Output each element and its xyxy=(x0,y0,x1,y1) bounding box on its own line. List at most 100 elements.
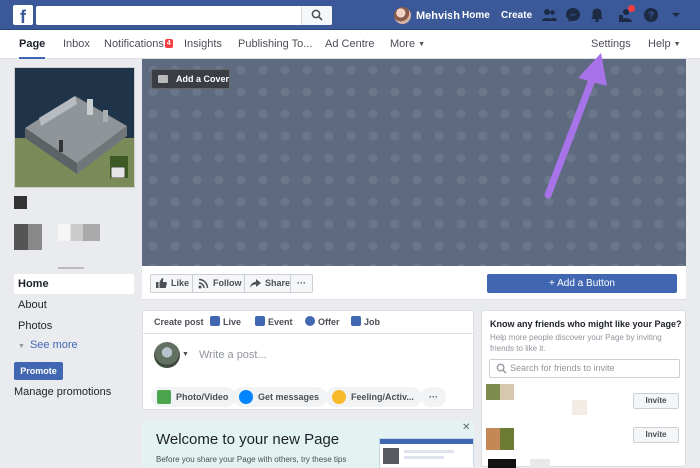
page-info-hidden xyxy=(14,224,42,250)
tab-offer[interactable]: Offer xyxy=(305,311,340,334)
top-bar: f Mehvish Home Create ? xyxy=(0,0,700,30)
notification-dot xyxy=(628,5,635,12)
sidebar-item-home[interactable]: Home xyxy=(14,274,134,294)
home-link[interactable]: Home xyxy=(462,6,490,25)
chevron-down-icon[interactable]: ▼ xyxy=(182,351,189,358)
page-action-bar: Like Follow Share ··· + Add a Button xyxy=(142,266,686,300)
friend-search-placeholder: Search for friends to invite xyxy=(510,363,615,373)
feeling-activity-button[interactable]: Feeling/Activ... xyxy=(326,387,422,407)
sidebar-item-about[interactable]: About xyxy=(14,295,134,315)
invite-friends-card: Know any friends who might like your Pag… xyxy=(481,310,686,468)
search-input[interactable] xyxy=(36,6,332,25)
welcome-illustration xyxy=(379,438,474,467)
settings-link[interactable]: Settings xyxy=(591,30,631,59)
left-column: Home About Photos ▼ See more Promote Mana… xyxy=(0,59,142,467)
messenger-icon[interactable] xyxy=(565,7,581,23)
page-info-hidden xyxy=(58,224,100,241)
page-nav: Page Inbox Notifications 4 Insights Publi… xyxy=(0,30,700,59)
video-camera-icon xyxy=(158,75,168,83)
add-a-button[interactable]: + Add a Button xyxy=(487,274,677,293)
invite-friends-title: Know any friends who might like your Pag… xyxy=(490,319,682,329)
tab-live[interactable]: Live xyxy=(210,311,241,334)
follow-label: Follow xyxy=(213,278,242,288)
briefcase-icon xyxy=(351,316,361,326)
tab-job-label: Job xyxy=(364,317,381,327)
offer-tag-icon xyxy=(305,316,315,326)
facebook-logo-icon[interactable]: f xyxy=(13,5,33,25)
tab-notifications[interactable]: Notifications 4 xyxy=(104,30,173,59)
composer-tabs: Create post Live Event Offer Job xyxy=(143,311,473,334)
tab-inbox[interactable]: Inbox xyxy=(63,30,90,59)
get-messages-button[interactable]: Get messages xyxy=(233,387,328,407)
camera-icon[interactable] xyxy=(111,167,125,178)
friend-avatar xyxy=(486,384,514,400)
see-more-label: See more xyxy=(29,339,78,351)
live-video-icon xyxy=(210,316,220,326)
see-more-link[interactable]: ▼ See more xyxy=(14,335,134,355)
invite-button[interactable]: Invite xyxy=(633,393,679,409)
tab-ad-centre[interactable]: Ad Centre xyxy=(325,30,375,59)
create-post-composer: Create post Live Event Offer Job ▼ Write… xyxy=(142,310,474,410)
avatar xyxy=(394,7,411,24)
add-cover-button[interactable]: Add a Cover xyxy=(151,69,230,89)
tab-event[interactable]: Event xyxy=(255,311,293,334)
illustration-header xyxy=(380,439,473,444)
tab-event-label: Event xyxy=(268,317,293,327)
photo-video-button[interactable]: Photo/Video xyxy=(151,387,237,407)
welcome-text: Before you share your Page with others, … xyxy=(156,455,347,464)
profile-link[interactable]: Mehvish xyxy=(394,6,460,25)
divider xyxy=(58,267,84,269)
tab-more-label: More xyxy=(390,38,416,50)
notifications-count-badge: 4 xyxy=(164,39,173,48)
help-label: Help xyxy=(648,38,671,50)
avatar[interactable] xyxy=(154,342,180,368)
sidebar-item-photos[interactable]: Photos xyxy=(14,316,134,336)
tab-notifications-label: Notifications xyxy=(104,38,164,50)
promote-button[interactable]: Promote xyxy=(14,362,63,380)
messenger-icon xyxy=(239,390,253,404)
account-menu-icon[interactable] xyxy=(668,7,684,23)
friend-name-hidden xyxy=(572,400,587,415)
divider xyxy=(452,9,453,22)
add-cover-label: Add a Cover xyxy=(176,74,230,84)
friend-search-input[interactable]: Search for friends to invite xyxy=(489,359,680,378)
close-icon[interactable]: ✕ xyxy=(462,422,470,433)
search-icon xyxy=(311,9,323,21)
manage-promotions-link[interactable]: Manage promotions xyxy=(14,382,134,402)
notifications-icon[interactable] xyxy=(589,7,605,23)
help-menu[interactable]: Help ▼ xyxy=(648,30,681,59)
profile-name: Mehvish xyxy=(416,9,461,22)
calendar-icon xyxy=(255,316,265,326)
tab-publishing-tools[interactable]: Publishing To... xyxy=(238,30,312,59)
cover-pattern xyxy=(142,59,686,266)
friends-icon[interactable] xyxy=(541,7,557,23)
rss-icon xyxy=(198,278,209,289)
more-options-button[interactable]: ··· xyxy=(421,387,446,407)
tab-page[interactable]: Page xyxy=(19,30,46,59)
tab-more[interactable]: More ▼ xyxy=(390,30,425,59)
create-link[interactable]: Create xyxy=(501,6,532,25)
photo-icon xyxy=(157,390,171,404)
help-icon[interactable]: ? xyxy=(643,7,659,23)
tab-offer-label: Offer xyxy=(318,317,340,327)
chevron-down-icon: ▼ xyxy=(418,41,425,48)
svg-text:?: ? xyxy=(648,11,654,22)
tab-create-post[interactable]: Create post xyxy=(154,311,204,334)
write-post-input[interactable]: Write a post... xyxy=(199,349,267,361)
illustration-image xyxy=(383,448,399,464)
smiley-icon xyxy=(332,390,346,404)
illustration-line xyxy=(404,456,444,459)
share-icon xyxy=(250,279,261,288)
follow-button[interactable]: Follow xyxy=(192,274,249,293)
search-button[interactable] xyxy=(301,6,332,25)
tab-job[interactable]: Job xyxy=(351,311,380,334)
welcome-title: Welcome to your new Page xyxy=(156,431,340,448)
tab-insights[interactable]: Insights xyxy=(184,30,222,59)
invite-button[interactable]: Invite xyxy=(633,427,679,443)
chevron-down-icon: ▼ xyxy=(18,343,25,350)
like-button[interactable]: Like xyxy=(150,274,197,293)
welcome-card: Welcome to your new Page Before you shar… xyxy=(142,421,474,467)
illustration-line xyxy=(404,450,454,453)
more-actions-button[interactable]: ··· xyxy=(290,274,313,293)
get-messages-label: Get messages xyxy=(258,392,320,402)
